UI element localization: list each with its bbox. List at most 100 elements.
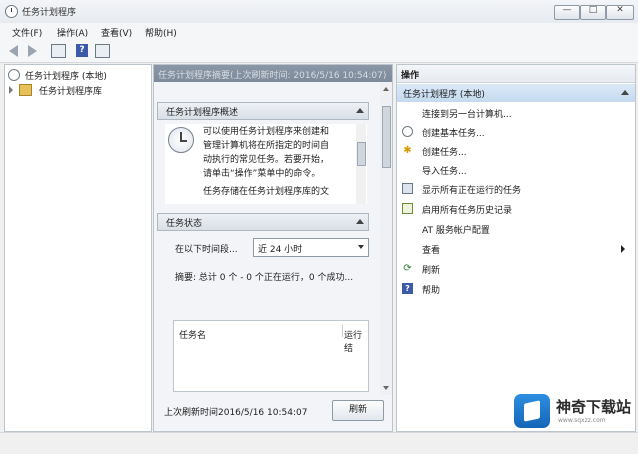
- summary-body: 任务计划程序概述 可以使用任务计划程序来创建和 管理计算机将在所指定的时间自 动…: [154, 82, 392, 431]
- summary-header: 任务计划程序摘要(上次刷新时间: 2016/5/16 10:54:07): [154, 65, 392, 82]
- summary-scrollbar[interactable]: [380, 82, 392, 395]
- back-arrow-icon: [9, 45, 18, 57]
- site-watermark: 神奇下载站 www.sqxzz.com: [514, 392, 634, 432]
- star-icon: ✱: [403, 145, 412, 156]
- menu-view[interactable]: 查看(V): [101, 26, 132, 39]
- minimize-button[interactable]: —: [554, 5, 580, 20]
- maximize-icon: □: [588, 5, 598, 15]
- forward-arrow-icon: [28, 45, 37, 57]
- action-label: 帮助: [422, 286, 441, 296]
- time-range-label: 在以下时间段...: [175, 245, 238, 255]
- refresh-button[interactable]: 刷新: [332, 400, 384, 421]
- time-range-value: 近 24 小时: [258, 245, 303, 255]
- summary-scroll-thumb[interactable]: [382, 106, 391, 168]
- status-section-header[interactable]: 任务状态: [157, 213, 369, 231]
- overview-line: 请单击“操作”菜单中的命令。: [203, 169, 321, 179]
- summary-footer: 上次刷新时间2016/5/16 10:54:07 刷新: [154, 395, 392, 431]
- chevron-right-icon: [621, 245, 625, 253]
- action-import-task[interactable]: 导入任务...: [397, 161, 635, 179]
- scroll-down-icon[interactable]: [383, 386, 389, 390]
- action-show-running-tasks[interactable]: 显示所有正在运行的任务: [397, 180, 635, 198]
- site-logo-icon: [514, 394, 550, 428]
- overview-scroll-thumb[interactable]: [357, 142, 366, 166]
- tree-library-label: 任务计划程序库: [39, 87, 103, 97]
- minimize-icon: —: [562, 5, 572, 15]
- action-create-basic-task[interactable]: 创建基本任务...: [397, 123, 635, 141]
- close-button[interactable]: ✕: [606, 5, 634, 20]
- chevron-down-icon: [358, 245, 364, 249]
- clock-icon: [402, 126, 413, 137]
- scroll-up-icon[interactable]: [383, 87, 389, 91]
- action-label: 连接到另一台计算机...: [422, 110, 512, 120]
- show-hide-console-tree-icon: [51, 44, 66, 58]
- menu-bar: 文件(F) 操作(A) 查看(V) 帮助(H): [0, 23, 638, 40]
- clock-icon: [8, 69, 20, 81]
- actions-title: 操作: [401, 71, 420, 81]
- task-scheduler-app-icon: [5, 5, 18, 18]
- action-refresh[interactable]: ⟳ 刷新: [397, 260, 635, 278]
- menu-action[interactable]: 操作(A): [57, 26, 88, 39]
- back-button[interactable]: [6, 43, 22, 58]
- expand-arrow-icon[interactable]: [9, 86, 13, 94]
- action-label: 显示所有正在运行的任务: [422, 186, 522, 196]
- window-title: 任务计划程序: [22, 8, 77, 18]
- watermark-name: 神奇下载站: [556, 398, 632, 416]
- action-label: 刷新: [422, 266, 441, 276]
- action-label: 创建任务...: [422, 148, 467, 158]
- menu-help[interactable]: 帮助(H): [145, 26, 177, 39]
- menu-file[interactable]: 文件(F): [12, 26, 42, 39]
- actions-title-bar: 操作: [397, 65, 635, 83]
- action-help[interactable]: ? 帮助: [397, 280, 635, 298]
- list-icon: [402, 183, 413, 194]
- time-range-select[interactable]: 近 24 小时: [253, 238, 369, 257]
- action-label: 查看: [422, 246, 441, 256]
- action-connect-computer[interactable]: 连接到另一台计算机...: [397, 104, 635, 122]
- collapse-icon[interactable]: [356, 108, 364, 113]
- column-run-result[interactable]: 运行结: [344, 328, 368, 354]
- status-title: 任务状态: [166, 219, 203, 229]
- overview-line: 管理计算机将在所指定的时间自: [203, 141, 330, 151]
- overview-scrollbar[interactable]: [356, 124, 366, 204]
- action-label: AT 服务帐户配置: [422, 226, 490, 236]
- refresh-icon: ⟳: [403, 263, 412, 274]
- help-icon: ?: [76, 44, 88, 57]
- actions-group-label: 任务计划程序 (本地): [403, 90, 485, 100]
- history-icon: [402, 203, 413, 214]
- maximize-button[interactable]: □: [580, 5, 606, 20]
- help-toolbar-button[interactable]: ?: [74, 43, 90, 58]
- summary-pane: 任务计划程序摘要(上次刷新时间: 2016/5/16 10:54:07) 任务计…: [153, 64, 393, 432]
- properties-icon: [95, 44, 110, 58]
- forward-button[interactable]: [24, 43, 40, 58]
- action-enable-task-history[interactable]: 启用所有任务历史记录: [397, 200, 635, 218]
- show-hide-console-tree-button[interactable]: [50, 43, 66, 58]
- action-label: 导入任务...: [422, 167, 467, 177]
- scheduler-clock-icon: [168, 127, 194, 153]
- action-create-task[interactable]: ✱ 创建任务...: [397, 142, 635, 160]
- title-bar: 任务计划程序 — □ ✕: [0, 0, 638, 23]
- properties-button[interactable]: [94, 43, 110, 58]
- last-refresh-time: 上次刷新时间2016/5/16 10:54:07: [164, 408, 308, 418]
- collapse-icon[interactable]: [356, 219, 364, 224]
- overview-line: 动执行的常见任务。若要开始，: [203, 155, 330, 165]
- overview-line: 可以使用任务计划程序来创建和: [203, 127, 330, 137]
- column-divider[interactable]: [342, 325, 343, 337]
- summary-header-text: 任务计划程序摘要(上次刷新时间: 2016/5/16 10:54:07): [158, 71, 387, 81]
- actions-pane: 操作 任务计划程序 (本地) 连接到另一台计算机... 创建基本任务... ✱ …: [396, 64, 636, 432]
- action-at-service-config[interactable]: AT 服务帐户配置: [397, 220, 635, 238]
- column-task-name[interactable]: 任务名: [179, 328, 206, 341]
- tree-root-label: 任务计划程序 (本地): [25, 72, 107, 82]
- task-table: 任务名 运行结: [173, 320, 369, 392]
- overview-section-header[interactable]: 任务计划程序概述: [157, 102, 369, 120]
- chevron-up-icon[interactable]: [621, 90, 629, 95]
- folder-icon: [19, 84, 32, 96]
- toolbar: ?: [0, 40, 638, 63]
- status-bar: [0, 432, 638, 454]
- overview-line: 任务存储在任务计划程序库的文: [203, 187, 330, 197]
- console-tree: 任务计划程序 (本地) 任务计划程序库: [4, 64, 152, 432]
- action-view[interactable]: 查看: [397, 240, 635, 258]
- actions-group-header[interactable]: 任务计划程序 (本地): [397, 84, 635, 102]
- overview-text: 可以使用任务计划程序来创建和 管理计算机将在所指定的时间自 动执行的常见任务。若…: [203, 125, 351, 199]
- status-summary: 摘要: 总计 0 个 - 0 个正在运行，0 个成功...: [175, 273, 354, 283]
- action-label: 启用所有任务历史记录: [422, 206, 513, 216]
- task-scheduler-window: 任务计划程序 — □ ✕ 文件(F) 操作(A) 查看(V) 帮助(H) ? 任…: [0, 0, 638, 454]
